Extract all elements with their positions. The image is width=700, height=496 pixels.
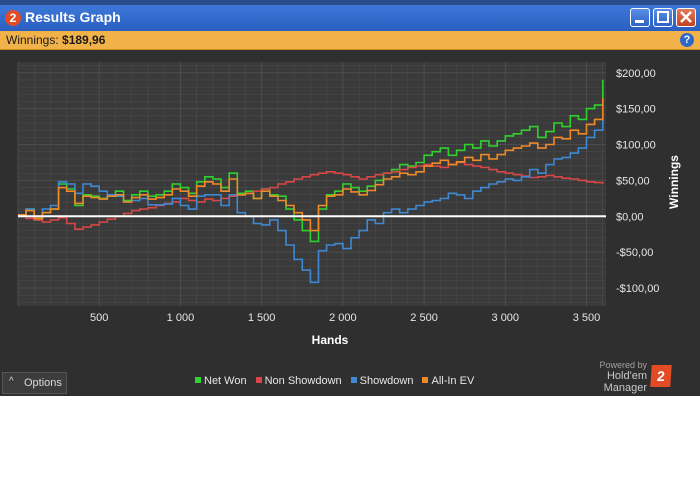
y-tick-label: $0,00 (616, 211, 644, 223)
y-tick-label: $100,00 (616, 140, 656, 152)
chart-legend: Net Won Non Showdown Showdown All-In EV (195, 375, 483, 387)
legend-swatch (422, 377, 429, 383)
legend-item: All-In EV (422, 375, 474, 387)
legend-label: Net Won (204, 375, 247, 387)
legend-label: Showdown (359, 375, 414, 387)
x-tick-label: 2 000 (329, 312, 357, 324)
legend-item: Net Won (195, 375, 247, 387)
close-icon (680, 11, 692, 23)
options-label: Options (24, 377, 62, 389)
winnings-summary: Winnings: $189,96 (6, 33, 105, 47)
x-axis-title: Hands (312, 333, 349, 347)
x-tick-label: 2 500 (410, 312, 438, 324)
x-tick-label: 3 500 (573, 312, 601, 324)
y-tick-label: $150,00 (616, 104, 656, 116)
close-button[interactable] (676, 8, 696, 27)
brand-logo-icon: 2 (650, 365, 672, 387)
legend-swatch (350, 377, 357, 383)
help-icon[interactable]: ? (680, 33, 694, 47)
winnings-value: $189,96 (62, 33, 106, 47)
app-logo-icon: 2 (5, 10, 21, 26)
y-tick-label: -$100,00 (616, 283, 659, 295)
y-tick-label: -$50,00 (616, 247, 653, 259)
legend-swatch (255, 377, 262, 383)
x-tick-label: 3 000 (492, 312, 520, 324)
window-title: Results Graph (25, 9, 121, 25)
winnings-label: Winnings: (6, 33, 59, 47)
maximize-button[interactable] (653, 8, 673, 27)
legend-item: Showdown (350, 375, 414, 387)
powered-by: Powered by Hold'em Manager (563, 360, 647, 394)
legend-label: Non Showdown (264, 375, 342, 387)
chevron-up-icon: ^ (9, 376, 14, 387)
powered-by-text: Powered by (599, 360, 647, 370)
winnings-bar: Winnings: $189,96 ? (0, 31, 700, 50)
plot-area (18, 62, 606, 306)
x-tick-label: 500 (90, 312, 108, 324)
y-tick-label: $200,00 (616, 68, 656, 80)
minimize-button[interactable] (630, 8, 650, 27)
minimize-icon (635, 20, 644, 23)
y-tick-label: $50,00 (616, 175, 650, 187)
footer-bar: ^ Options Net Won Non Showdown Showdown All… (0, 360, 700, 396)
legend-swatch (195, 377, 201, 383)
legend-item: Non Showdown (255, 375, 342, 387)
x-tick-label: 1 000 (167, 312, 195, 324)
options-button[interactable]: ^ Options (2, 372, 67, 394)
maximize-icon (657, 11, 669, 23)
y-axis-title: Winnings (667, 155, 681, 209)
legend-label: All-In EV (431, 375, 475, 387)
brand-name: Hold'em Manager (603, 370, 647, 394)
title-bar[interactable]: 2 Results Graph (0, 5, 700, 31)
results-graph-window: 2 Results Graph Winnings: $189,96 ? 500 1… (0, 0, 700, 396)
x-tick-label: 1 500 (248, 312, 276, 324)
results-chart: 500 1 000 1 500 2 000 2 500 3 000 3 500 $200,00… (17, 62, 681, 347)
